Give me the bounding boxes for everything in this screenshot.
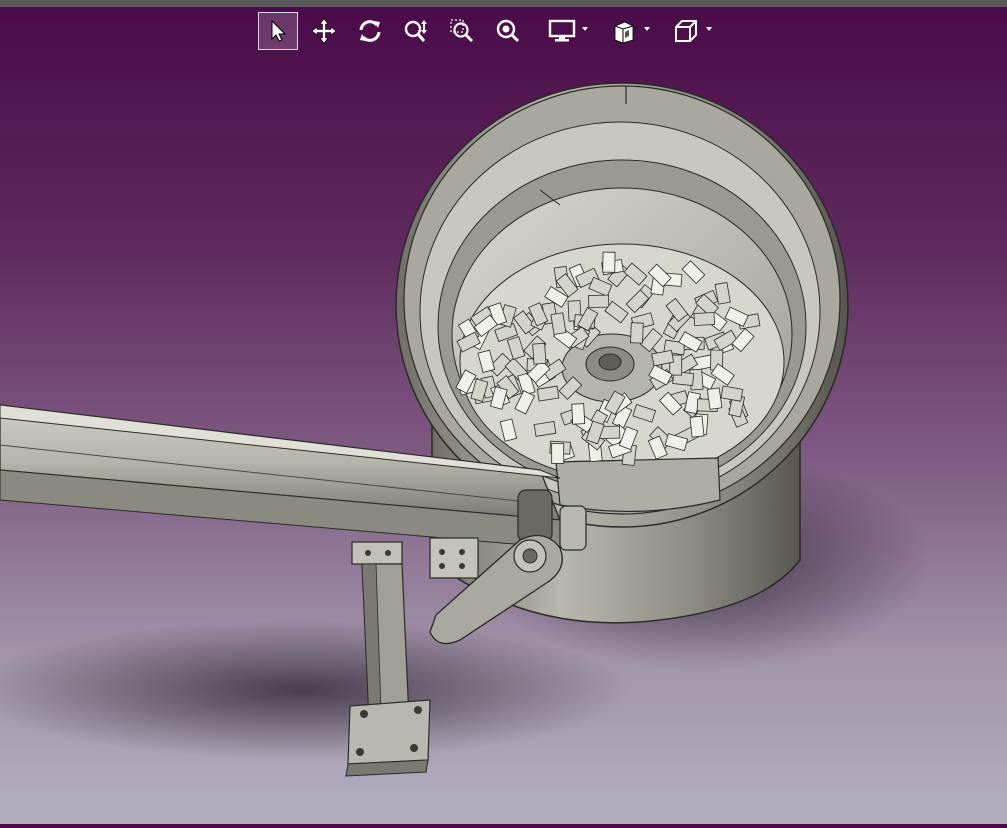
- chevron-down-icon[interactable]: [644, 27, 650, 31]
- zoom-in-out-button[interactable]: [396, 12, 436, 50]
- zoom-fit-button[interactable]: [488, 12, 528, 50]
- part: [693, 312, 716, 326]
- 3d-viewport[interactable]: [0, 0, 1007, 824]
- part: [602, 251, 616, 273]
- conveyor-shadow: [0, 620, 630, 760]
- part: [536, 385, 560, 402]
- view-orientation-button[interactable]: [658, 12, 714, 50]
- part: [706, 387, 723, 410]
- chevron-down-icon[interactable]: [582, 27, 588, 31]
- select-button[interactable]: [258, 12, 298, 50]
- part: [630, 322, 644, 344]
- part: [588, 294, 610, 308]
- rotate-icon: [359, 20, 381, 42]
- move-arrows-icon: [311, 18, 337, 44]
- view-toolbar: [258, 12, 714, 50]
- zoom-fit-icon: [496, 19, 520, 43]
- part: [571, 403, 586, 425]
- cube-shaded-icon: [614, 21, 634, 44]
- zoom-area-button[interactable]: [442, 12, 482, 50]
- part: [550, 312, 567, 335]
- part: [532, 342, 547, 365]
- rotate-button[interactable]: [350, 12, 390, 50]
- part: [533, 420, 557, 437]
- cube-wireframe-icon: [675, 20, 697, 42]
- monitor-icon: [548, 19, 576, 42]
- chevron-down-icon[interactable]: [706, 27, 712, 31]
- arrow-pointer-icon: [271, 19, 287, 42]
- part: [689, 415, 705, 438]
- part: [551, 442, 565, 464]
- render-style-button[interactable]: [596, 12, 652, 50]
- cad-model[interactable]: [0, 0, 1007, 824]
- zoom-area-icon: [450, 19, 474, 43]
- zoom-updown-icon: [404, 20, 427, 42]
- display-mode-button[interactable]: [534, 12, 590, 50]
- pan-button[interactable]: [304, 12, 344, 50]
